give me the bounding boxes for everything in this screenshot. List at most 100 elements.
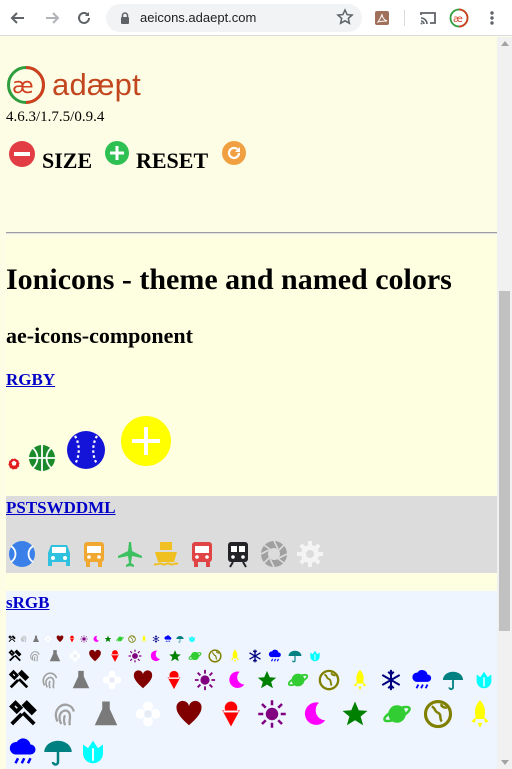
reload-button[interactable] <box>74 8 94 28</box>
snow-icon <box>152 635 160 643</box>
sunny-icon <box>128 649 142 663</box>
fingerprint-icon <box>42 672 58 689</box>
ice-cream-icon <box>167 670 181 690</box>
thunderstorm-icon <box>9 738 36 764</box>
subway-icon <box>228 542 248 568</box>
scroll-down-icon[interactable] <box>501 760 509 765</box>
rocket-icon <box>230 649 240 663</box>
add-circle-icon[interactable] <box>104 140 130 166</box>
adaept-logo-icon: æ <box>449 8 469 28</box>
scroll-up-icon[interactable] <box>501 41 509 46</box>
ice-cream-icon <box>110 650 120 662</box>
star-icon <box>257 670 277 689</box>
sunny-icon <box>258 700 286 728</box>
toolbar-separator <box>404 10 405 26</box>
star-icon <box>342 701 368 726</box>
bus-icon <box>192 542 212 567</box>
section-subtitle: ae-icons-component <box>6 323 193 348</box>
group-link-srgb[interactable]: sRGB <box>6 593 49 613</box>
rose-icon <box>476 671 492 689</box>
rose-icon <box>310 650 320 662</box>
svg-text:æ: æ <box>453 14 463 25</box>
rose-icon <box>189 636 195 642</box>
star-icon <box>104 635 112 642</box>
menu-button[interactable] <box>482 8 502 28</box>
page-content: æ adæpt 4.6.3/1.7.5/0.9.4 SIZE RESET Ion… <box>0 37 497 769</box>
svg-text:æ: æ <box>12 74 34 99</box>
globe-icon <box>128 635 136 643</box>
construct-icon <box>9 700 37 726</box>
umbrella-icon <box>288 650 302 663</box>
star-icon <box>169 650 181 662</box>
rocket-icon <box>353 669 367 691</box>
adaept-extension-button[interactable]: æ <box>449 8 469 28</box>
flower-icon <box>102 670 122 690</box>
pdf-extension-button[interactable] <box>372 8 392 28</box>
planet-icon <box>287 673 309 687</box>
bus-icon <box>84 542 104 567</box>
flask-icon <box>94 701 118 726</box>
ice-cream-icon <box>69 635 75 643</box>
heart-icon <box>89 649 101 662</box>
construct-icon <box>8 669 30 689</box>
vertical-scrollbar[interactable] <box>497 37 512 769</box>
snow-icon <box>249 649 261 663</box>
bookmark-star-icon[interactable] <box>336 8 354 26</box>
url-text: aeicons.adaept.com <box>140 10 257 25</box>
basketball-icon <box>29 445 55 471</box>
group-link-rgby[interactable]: RGBY <box>6 370 55 390</box>
address-bar[interactable]: aeicons.adaept.com <box>106 4 362 32</box>
flask-icon <box>49 650 61 662</box>
football-icon <box>8 458 20 470</box>
globe-icon <box>318 669 340 691</box>
planet-icon <box>382 705 411 723</box>
thunderstorm-icon <box>412 670 432 689</box>
boat-icon <box>153 542 179 566</box>
scrollbar-thumb[interactable] <box>499 291 510 631</box>
snow-icon <box>381 669 401 691</box>
globe-icon <box>208 649 222 663</box>
forward-arrow-icon <box>46 12 60 24</box>
moon-icon <box>229 671 245 688</box>
flower-icon <box>69 650 81 662</box>
reset-label: RESET <box>136 148 209 173</box>
cast-icon <box>420 12 436 25</box>
cast-button[interactable] <box>418 8 438 28</box>
aperture-icon <box>260 540 288 568</box>
planet-icon <box>116 636 124 642</box>
back-arrow-icon <box>10 12 24 24</box>
lock-icon <box>121 12 129 24</box>
baseball-icon <box>67 431 105 469</box>
heart-icon <box>133 670 153 689</box>
kebab-menu-icon <box>490 11 494 25</box>
flower-icon <box>44 635 52 643</box>
remove-circle-icon[interactable] <box>8 140 36 168</box>
construct-icon <box>8 649 22 662</box>
add-circle-icon <box>121 416 171 466</box>
logo-text: adæpt <box>52 67 141 102</box>
umbrella-icon <box>442 671 464 691</box>
refresh-circle-icon[interactable] <box>221 140 247 166</box>
rose-icon <box>83 740 103 764</box>
umbrella-icon <box>44 740 72 766</box>
moon-icon <box>93 635 99 642</box>
car-icon <box>48 545 70 566</box>
heart-icon <box>176 700 202 726</box>
sunny-icon <box>194 669 216 691</box>
flask-icon <box>33 635 39 642</box>
size-label: SIZE <box>42 148 93 173</box>
thunderstorm-icon <box>268 649 281 662</box>
moon-icon <box>304 702 325 725</box>
sunny-icon <box>80 635 88 643</box>
fingerprint-icon <box>30 651 40 662</box>
moon-icon <box>150 650 161 662</box>
rocket-icon <box>470 700 489 728</box>
umbrella-icon <box>176 636 184 643</box>
browser-toolbar: aeicons.adaept.com æ <box>0 0 512 36</box>
fingerprint-icon <box>21 636 27 643</box>
forward-button[interactable] <box>42 8 62 28</box>
back-button[interactable] <box>8 8 28 28</box>
group-link-pstswddml[interactable]: PSTSWDDML <box>6 498 116 518</box>
construct-icon <box>8 635 16 643</box>
planet-icon <box>188 651 202 661</box>
